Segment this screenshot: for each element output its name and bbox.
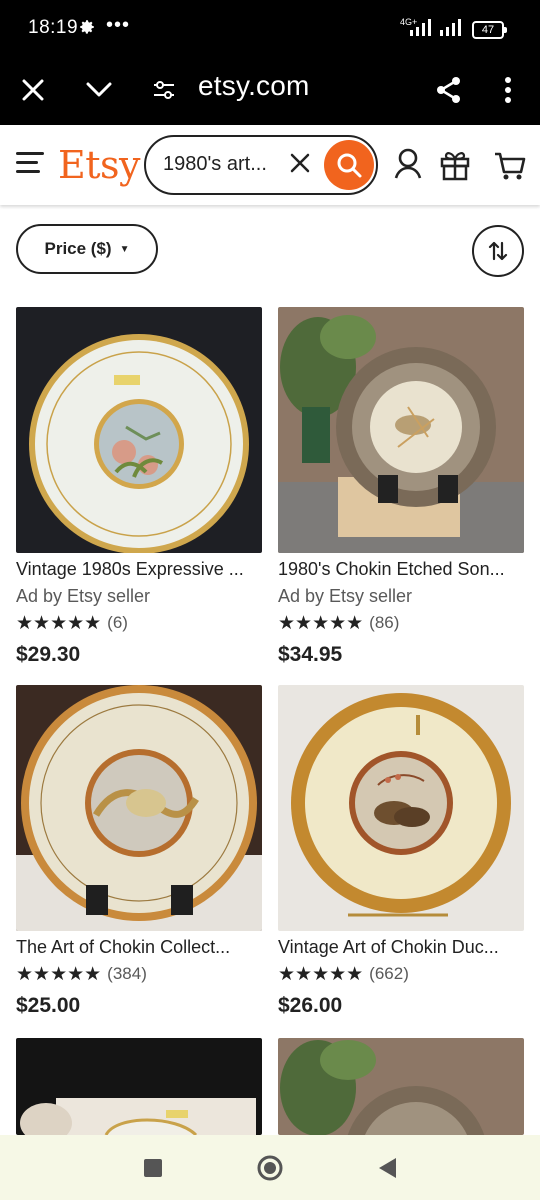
star-rating-icon: ★★★★★ [16,963,102,985]
sort-icon [488,241,508,261]
listing-card[interactable]: 1980's Chokin Etched Son... Ad by Etsy s… [278,307,524,667]
signal-icon [410,19,431,36]
account-icon[interactable] [392,147,424,181]
listing-price: $29.30 [16,643,81,666]
listing-rating: ★★★★★ (86) [278,612,524,634]
tune-icon[interactable] [146,72,182,108]
listing-card[interactable] [16,1038,262,1135]
etsy-logo[interactable]: Etsy [58,143,140,187]
gear-icon [80,20,94,34]
status-bar: 18:19 ••• 4G+ 47 [0,0,540,56]
triangle-back-icon [379,1158,396,1178]
listing-image[interactable] [278,685,524,931]
system-nav-bar [0,1135,540,1200]
sort-button[interactable] [472,225,524,277]
listing-price: $34.95 [278,643,343,666]
cart-icon[interactable] [494,147,526,181]
listing-ad-label: Ad by Etsy seller [16,586,151,606]
signal-icon [440,19,461,36]
browser-toolbar: etsy.com [0,56,540,125]
status-time: 18:19 [28,17,79,38]
listing-rating: ★★★★★ (384) [16,963,262,985]
review-count: (384) [107,964,147,983]
url-bar[interactable]: etsy.com [198,70,310,102]
star-rating-icon: ★★★★★ [16,612,102,634]
listing-image[interactable] [16,1038,262,1135]
listing-price: $25.00 [16,994,81,1017]
back-button[interactable] [372,1153,402,1183]
more-notifications-icon: ••• [106,14,131,36]
square-icon [144,1159,162,1177]
battery-indicator: 47 [472,21,507,39]
listing-card[interactable]: The Art of Chokin Collect... ★★★★★ (384)… [16,685,262,1018]
listing-rating: ★★★★★ (6) [16,612,262,634]
hamburger-menu-icon[interactable] [16,152,44,176]
listing-card[interactable] [278,1038,524,1135]
clear-icon[interactable] [288,151,312,175]
listing-card[interactable]: Vintage 1980s Expressive ... Ad by Etsy … [16,307,262,667]
listing-rating: ★★★★★ (662) [278,963,524,985]
chevron-down-icon[interactable] [81,72,117,108]
share-icon[interactable] [431,72,467,108]
caret-down-icon: ▼ [119,243,130,255]
listing-title[interactable]: 1980's Chokin Etched Son... [278,559,524,580]
listing-image[interactable] [16,685,262,931]
listing-title[interactable]: Vintage 1980s Expressive ... [16,559,262,580]
more-vert-icon[interactable] [490,72,526,108]
search-icon [337,153,362,178]
listing-title[interactable]: The Art of Chokin Collect... [16,937,262,958]
recent-apps-button[interactable] [138,1153,168,1183]
listing-image[interactable] [16,307,262,553]
review-count: (86) [369,613,400,632]
search-button[interactable] [324,140,374,190]
circle-icon [257,1155,283,1181]
review-count: (662) [369,964,409,983]
search-query[interactable]: 1980's art... [163,153,267,176]
review-count: (6) [107,613,128,632]
price-filter-label: Price ($) [44,239,112,258]
listing-title[interactable]: Vintage Art of Chokin Duc... [278,937,524,958]
search-input[interactable]: 1980's art... [144,135,378,195]
listing-image[interactable] [278,307,524,553]
close-icon[interactable] [15,72,51,108]
price-filter-button[interactable]: Price ($) ▼ [16,224,158,274]
listing-ad-label: Ad by Etsy seller [278,586,413,606]
home-button[interactable] [255,1153,285,1183]
listing-image[interactable] [278,1038,524,1135]
listing-price: $26.00 [278,994,343,1017]
site-header: Etsy 1980's art... [0,125,540,205]
star-rating-icon: ★★★★★ [278,963,364,985]
listing-card[interactable]: Vintage Art of Chokin Duc... ★★★★★ (662)… [278,685,524,1018]
gift-icon[interactable] [439,147,471,181]
star-rating-icon: ★★★★★ [278,612,364,634]
